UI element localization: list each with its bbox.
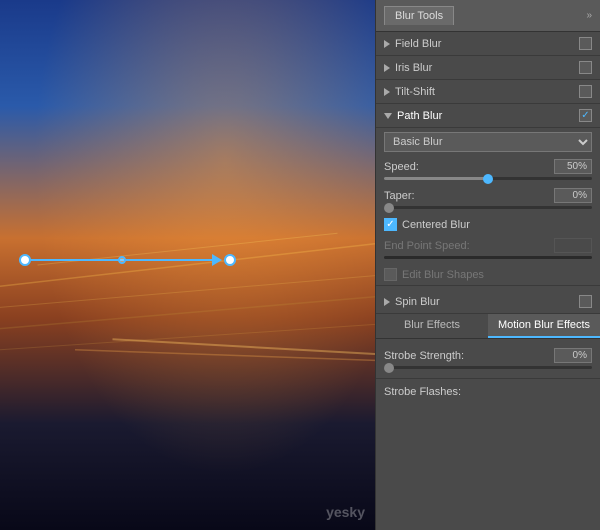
endpoint-speed-input (554, 238, 592, 253)
path-midpoint[interactable] (118, 256, 126, 264)
taper-label: Taper: (384, 190, 415, 202)
strobe-strength-input[interactable] (554, 348, 592, 363)
speed-slider-fill (384, 177, 488, 180)
centered-blur-checkbox[interactable]: ✓ (384, 218, 397, 231)
tilt-shift-label: Tilt-Shift (395, 86, 579, 98)
iris-blur-triangle (384, 64, 390, 72)
blur-effects-tab[interactable]: Blur Effects (376, 314, 488, 338)
strobe-flashes-row: Strobe Flashes: (376, 383, 600, 402)
path-blur-label: Path Blur (397, 110, 579, 122)
panel-header: Blur Tools » (376, 0, 600, 32)
blur-path (19, 254, 237, 266)
tilt-shift-checkbox[interactable] (579, 85, 592, 98)
path-blur-section: Basic Blur Speed: Taper: (376, 128, 600, 290)
iris-blur-label: Iris Blur (395, 62, 579, 74)
blur-type-select[interactable]: Basic Blur (384, 132, 592, 152)
panel: Blur Tools » Field Blur Iris Blur Tilt-S… (375, 0, 600, 530)
spin-blur-checkbox[interactable] (579, 295, 592, 308)
blur-type-dropdown-row: Basic Blur (376, 128, 600, 156)
speed-label: Speed: (384, 161, 419, 173)
taper-slider-thumb[interactable] (384, 203, 394, 213)
path-end-arrow[interactable] (212, 254, 222, 266)
endpoint-speed-row: End Point Speed: (376, 235, 600, 264)
tilt-shift-row[interactable]: Tilt-Shift (376, 80, 600, 104)
path-end-point[interactable] (224, 254, 236, 266)
field-blur-label: Field Blur (395, 38, 579, 50)
tilt-shift-triangle (384, 88, 390, 96)
taper-value-input[interactable] (554, 188, 592, 203)
strobe-strength-thumb[interactable] (384, 363, 394, 373)
endpoint-speed-label: End Point Speed: (384, 240, 470, 252)
watermark: yesky (326, 504, 365, 520)
speed-value-input[interactable] (554, 159, 592, 174)
strobe-flashes-label: Strobe Flashes: (384, 386, 461, 398)
path-blur-row[interactable]: Path Blur ✓ (376, 104, 600, 128)
speed-slider-row: Speed: (376, 156, 600, 185)
edit-blur-shapes-row[interactable]: Edit Blur Shapes (376, 264, 600, 286)
spin-blur-triangle (384, 298, 390, 306)
edit-blur-shapes-label: Edit Blur Shapes (402, 269, 484, 281)
endpoint-speed-track (384, 256, 592, 259)
motion-blur-effects-tab[interactable]: Motion Blur Effects (488, 314, 600, 338)
blur-tools-content: Field Blur Iris Blur Tilt-Shift Path Blu… (376, 32, 600, 530)
taper-slider-row: Taper: (376, 185, 600, 214)
strobe-strength-row: Strobe Strength: (376, 345, 600, 374)
field-blur-checkbox[interactable] (579, 37, 592, 50)
path-blur-checkbox[interactable]: ✓ (579, 109, 592, 122)
speed-slider-thumb[interactable] (483, 174, 493, 184)
path-start-point[interactable] (19, 254, 31, 266)
expand-button[interactable]: » (586, 10, 592, 21)
strobe-strength-track (384, 366, 592, 369)
bottom-tabs: Blur Effects Motion Blur Effects (376, 314, 600, 339)
iris-blur-checkbox[interactable] (579, 61, 592, 74)
divider (376, 378, 600, 379)
path-line (31, 259, 213, 261)
field-blur-triangle (384, 40, 390, 48)
spin-blur-row[interactable]: Spin Blur (376, 290, 600, 314)
path-blur-triangle (384, 113, 392, 119)
iris-blur-row[interactable]: Iris Blur (376, 56, 600, 80)
spin-blur-label: Spin Blur (395, 296, 579, 308)
canvas-area: yesky (0, 0, 375, 530)
taper-slider-track (384, 206, 592, 209)
blur-tools-tab[interactable]: Blur Tools (384, 6, 454, 25)
centered-blur-label: Centered Blur (402, 219, 470, 231)
strobe-strength-label: Strobe Strength: (384, 350, 464, 362)
speed-slider-track (384, 177, 592, 180)
centered-blur-row: ✓ Centered Blur (376, 214, 600, 235)
field-blur-row[interactable]: Field Blur (376, 32, 600, 56)
edit-blur-shapes-checkbox[interactable] (384, 268, 397, 281)
motion-effects-section: Strobe Strength: Strobe Flashes: (376, 339, 600, 408)
